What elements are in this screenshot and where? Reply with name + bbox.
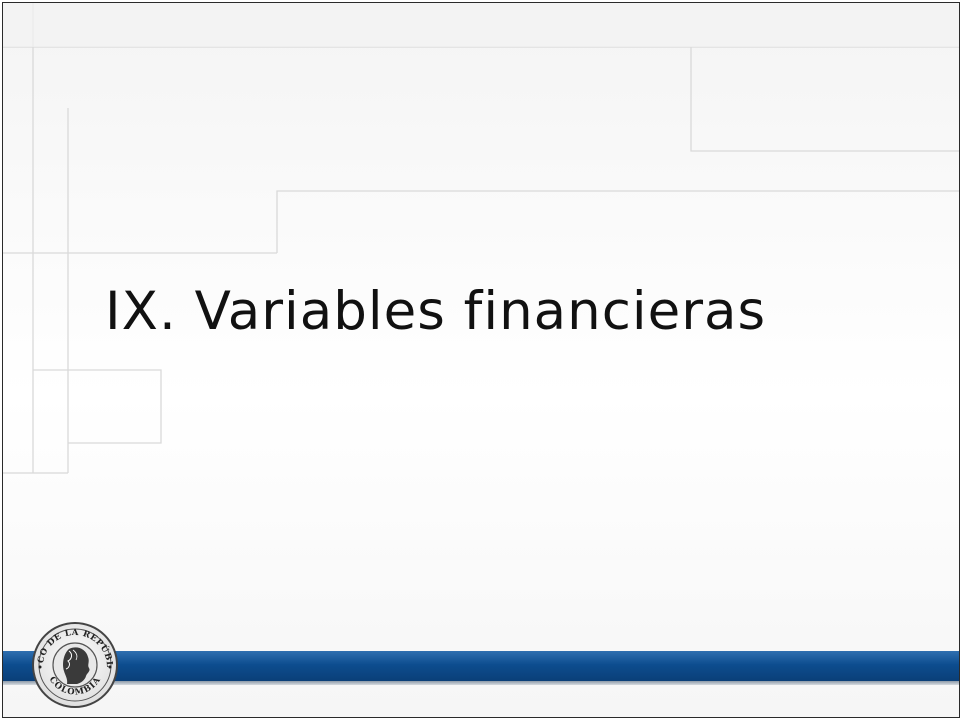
footer-band-shadow bbox=[3, 681, 959, 685]
banco-de-la-republica-seal-logo: BANCO DE LA REPÚBLICA COLOMBIA bbox=[31, 621, 118, 708]
footer-band bbox=[3, 651, 959, 685]
footer-band-blue bbox=[3, 651, 959, 681]
slide: IX. Variables financieras BANCO DE LA RE… bbox=[2, 2, 960, 718]
slide-title: IX. Variables financieras bbox=[105, 281, 767, 342]
background-decoration bbox=[3, 3, 959, 474]
